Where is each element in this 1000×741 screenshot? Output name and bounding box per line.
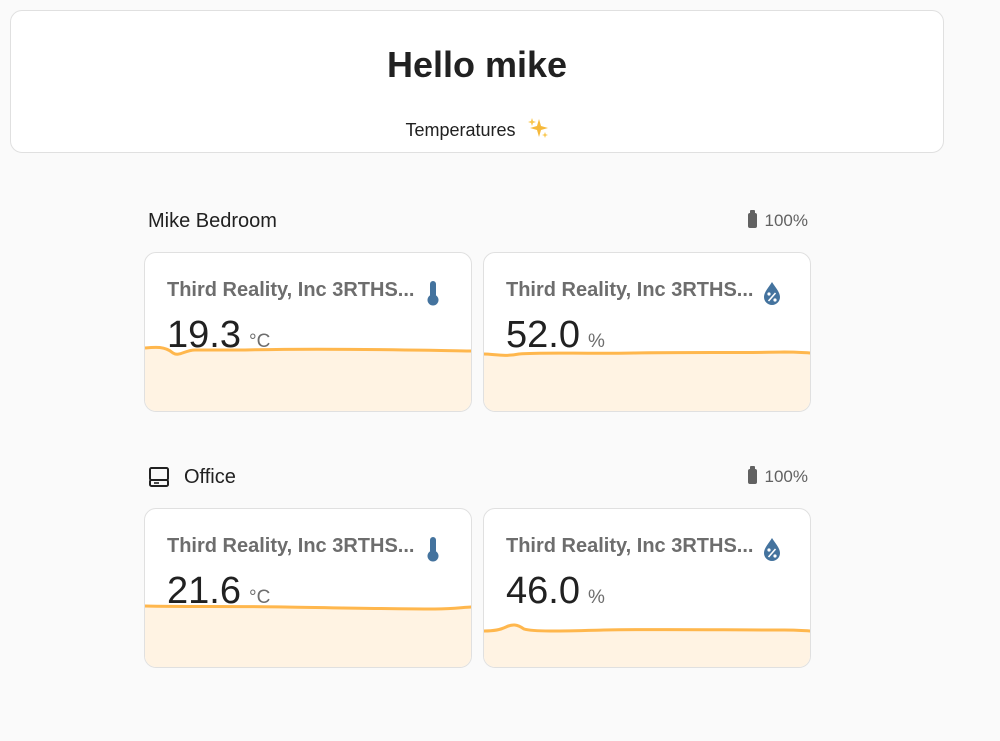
sensor-tile-humidity[interactable]: Third Reality, Inc 3RTHS... 46.0%: [483, 508, 811, 668]
sensor-name: Third Reality, Inc 3RTHS...: [167, 279, 415, 301]
thermometer-icon: [421, 535, 445, 563]
area-battery-value: 100%: [764, 211, 808, 230]
desktop-tower-monitor-icon: [148, 466, 172, 493]
sensor-value-number: 46.0: [506, 570, 580, 612]
sensor-unit: °C: [248, 331, 271, 352]
sensor-tile-temperature[interactable]: Third Reality, Inc 3RTHS... 21.6 °C: [144, 508, 472, 668]
sensor-name: Third Reality, Inc 3RTHS...: [506, 279, 754, 301]
sensor-unit: %: [587, 587, 605, 608]
sensor-value: 19.3 °C: [167, 313, 270, 364]
sensor-tile-humidity[interactable]: Third Reality, Inc 3RTHS... 52.0%: [483, 252, 811, 412]
sensor-unit: °C: [248, 587, 271, 608]
sensor-name: Third Reality, Inc 3RTHS...: [167, 535, 415, 557]
area-name: Office: [184, 466, 236, 488]
sensor-tile-temperature[interactable]: Third Reality, Inc 3RTHS... 19.3 °C: [144, 252, 472, 412]
sensor-name: Third Reality, Inc 3RTHS...: [506, 535, 754, 557]
battery-icon: [747, 210, 757, 228]
sensor-value-number: 21.6: [167, 570, 241, 612]
sensor-value: 52.0%: [506, 313, 605, 364]
sensor-value-number: 52.0: [506, 314, 580, 356]
greeting-title: Hello mike: [386, 44, 568, 85]
area-battery: 100%: [747, 466, 808, 488]
area-header-mike-bedroom[interactable]: Mike Bedroom 100%: [148, 206, 808, 236]
sensor-value-number: 19.3: [167, 314, 241, 356]
sensor-unit: %: [587, 331, 605, 352]
battery-icon: [747, 466, 757, 484]
sensor-value: 21.6 °C: [167, 569, 270, 620]
area-name: Mike Bedroom: [148, 210, 277, 232]
area-battery: 100%: [747, 210, 808, 232]
greeting-card: Hello mike Temperatures: [10, 10, 944, 153]
greeting-subtitle-text: Temperatures: [405, 120, 516, 140]
water-percent-icon: [760, 535, 784, 563]
area-header-office[interactable]: Office 100%: [148, 462, 808, 492]
water-percent-icon: [760, 279, 784, 307]
sparkles-icon: [527, 117, 549, 144]
area-battery-value: 100%: [764, 467, 808, 486]
sensor-value: 46.0%: [506, 569, 605, 620]
thermometer-icon: [421, 279, 445, 307]
greeting-subtitle: Temperatures: [11, 117, 943, 144]
